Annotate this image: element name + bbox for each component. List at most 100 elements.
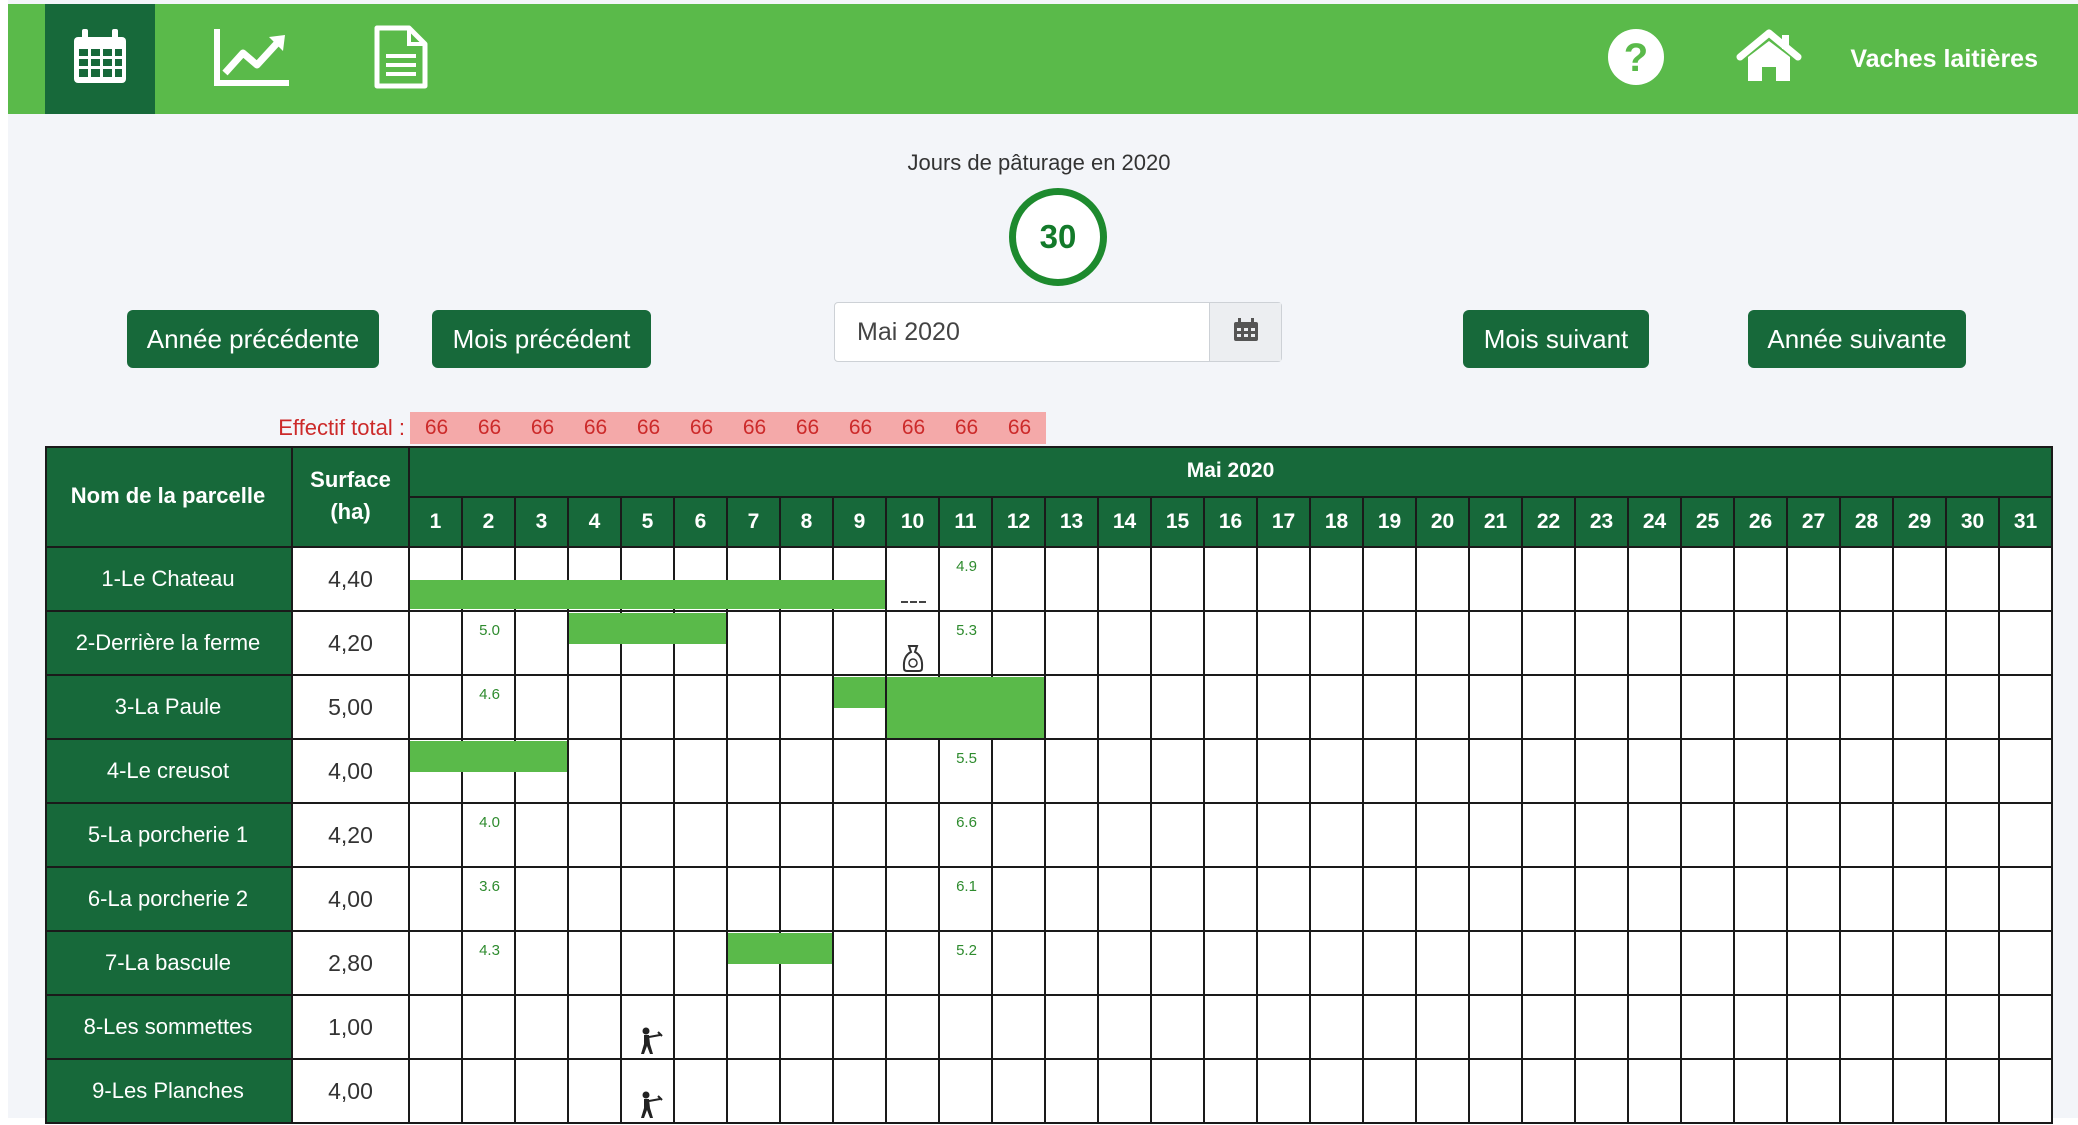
- day-cell[interactable]: [2000, 1060, 2053, 1124]
- day-cell[interactable]: [1735, 1060, 1788, 1124]
- day-cell[interactable]: [1364, 996, 1417, 1060]
- day-cell[interactable]: [569, 804, 622, 868]
- day-cell[interactable]: [781, 996, 834, 1060]
- day-cell[interactable]: [1682, 804, 1735, 868]
- day-cell[interactable]: [1364, 932, 1417, 996]
- day-cell[interactable]: [1735, 804, 1788, 868]
- day-cell[interactable]: [1046, 932, 1099, 996]
- day-cell[interactable]: [1470, 804, 1523, 868]
- day-cell[interactable]: [1682, 740, 1735, 804]
- day-cell[interactable]: [1682, 612, 1735, 676]
- day-cell[interactable]: [1258, 996, 1311, 1060]
- day-cell[interactable]: [1417, 1060, 1470, 1124]
- day-cell[interactable]: [1152, 548, 1205, 612]
- day-cell[interactable]: [1894, 1060, 1947, 1124]
- day-cell[interactable]: [516, 804, 569, 868]
- day-cell[interactable]: [516, 1060, 569, 1124]
- day-cell[interactable]: [1576, 676, 1629, 740]
- day-cell[interactable]: [1311, 804, 1364, 868]
- day-cell[interactable]: [1894, 804, 1947, 868]
- day-cell[interactable]: [1947, 740, 2000, 804]
- day-cell[interactable]: [1947, 1060, 2000, 1124]
- day-cell[interactable]: [834, 868, 887, 932]
- day-cell[interactable]: [1364, 868, 1417, 932]
- day-cell[interactable]: [463, 996, 516, 1060]
- day-cell[interactable]: [1099, 932, 1152, 996]
- day-cell[interactable]: [1311, 676, 1364, 740]
- previous-year-button[interactable]: Année précédente: [127, 310, 379, 368]
- day-cell[interactable]: [1258, 868, 1311, 932]
- day-cell[interactable]: [1841, 804, 1894, 868]
- day-cell[interactable]: [1629, 548, 1682, 612]
- day-cell[interactable]: [993, 804, 1046, 868]
- month-input[interactable]: Mai 2020: [835, 303, 1210, 361]
- day-cell[interactable]: [1947, 804, 2000, 868]
- day-cell[interactable]: [569, 932, 622, 996]
- day-cell[interactable]: [1152, 1060, 1205, 1124]
- day-cell[interactable]: [728, 740, 781, 804]
- day-cell[interactable]: [1894, 996, 1947, 1060]
- day-cell[interactable]: [1364, 1060, 1417, 1124]
- day-cell[interactable]: [781, 804, 834, 868]
- day-cell[interactable]: [1576, 548, 1629, 612]
- day-cell[interactable]: [1629, 804, 1682, 868]
- day-cell[interactable]: [940, 1060, 993, 1124]
- day-cell[interactable]: [1894, 868, 1947, 932]
- day-cell[interactable]: [781, 1060, 834, 1124]
- day-cell[interactable]: [675, 676, 728, 740]
- day-cell[interactable]: [1417, 740, 1470, 804]
- day-cell[interactable]: [1311, 548, 1364, 612]
- parcel-name[interactable]: 3-La Paule: [45, 676, 293, 740]
- day-cell[interactable]: [1099, 868, 1152, 932]
- day-cell[interactable]: [1894, 740, 1947, 804]
- day-cell[interactable]: [1099, 1060, 1152, 1124]
- day-cell[interactable]: [887, 740, 940, 804]
- day-cell[interactable]: [1205, 1060, 1258, 1124]
- day-cell[interactable]: [1682, 548, 1735, 612]
- day-cell[interactable]: [2000, 676, 2053, 740]
- day-cell[interactable]: [1152, 612, 1205, 676]
- day-cell[interactable]: [1311, 996, 1364, 1060]
- next-month-button[interactable]: Mois suivant: [1463, 310, 1649, 368]
- day-cell[interactable]: [1470, 932, 1523, 996]
- day-cell[interactable]: [993, 868, 1046, 932]
- day-cell[interactable]: [1470, 740, 1523, 804]
- day-cell[interactable]: [2000, 612, 2053, 676]
- day-cell[interactable]: [410, 612, 463, 676]
- day-cell[interactable]: [1735, 548, 1788, 612]
- day-cell[interactable]: [1046, 548, 1099, 612]
- day-cell[interactable]: [1470, 868, 1523, 932]
- day-cell[interactable]: [1470, 612, 1523, 676]
- day-cell[interactable]: [1152, 676, 1205, 740]
- nav-tab-document[interactable]: [346, 4, 456, 114]
- day-cell[interactable]: [834, 932, 887, 996]
- day-cell[interactable]: [1788, 804, 1841, 868]
- day-cell[interactable]: [1947, 676, 2000, 740]
- day-cell[interactable]: [675, 804, 728, 868]
- grazing-bar[interactable]: [410, 741, 567, 772]
- farm-label[interactable]: Vaches laitières: [1850, 4, 2038, 114]
- day-cell[interactable]: [993, 612, 1046, 676]
- day-cell[interactable]: [2000, 932, 2053, 996]
- day-cell[interactable]: [410, 868, 463, 932]
- day-cell[interactable]: [1470, 1060, 1523, 1124]
- day-cell[interactable]: [1417, 996, 1470, 1060]
- parcel-name[interactable]: 2-Derrière la ferme: [45, 612, 293, 676]
- day-cell[interactable]: [1523, 804, 1576, 868]
- parcel-name[interactable]: 6-La porcherie 2: [45, 868, 293, 932]
- day-cell[interactable]: [516, 868, 569, 932]
- day-cell[interactable]: [1152, 804, 1205, 868]
- day-cell[interactable]: [1788, 740, 1841, 804]
- day-cell[interactable]: [728, 1060, 781, 1124]
- day-cell[interactable]: [569, 1060, 622, 1124]
- dash-icon[interactable]: [901, 592, 927, 610]
- day-cell[interactable]: [1152, 932, 1205, 996]
- day-cell[interactable]: [1470, 996, 1523, 1060]
- day-cell[interactable]: [410, 932, 463, 996]
- day-cell[interactable]: [1099, 740, 1152, 804]
- day-cell[interactable]: [1841, 932, 1894, 996]
- day-cell[interactable]: [887, 932, 940, 996]
- day-cell[interactable]: [940, 996, 993, 1060]
- day-cell[interactable]: [675, 1060, 728, 1124]
- day-cell[interactable]: [622, 804, 675, 868]
